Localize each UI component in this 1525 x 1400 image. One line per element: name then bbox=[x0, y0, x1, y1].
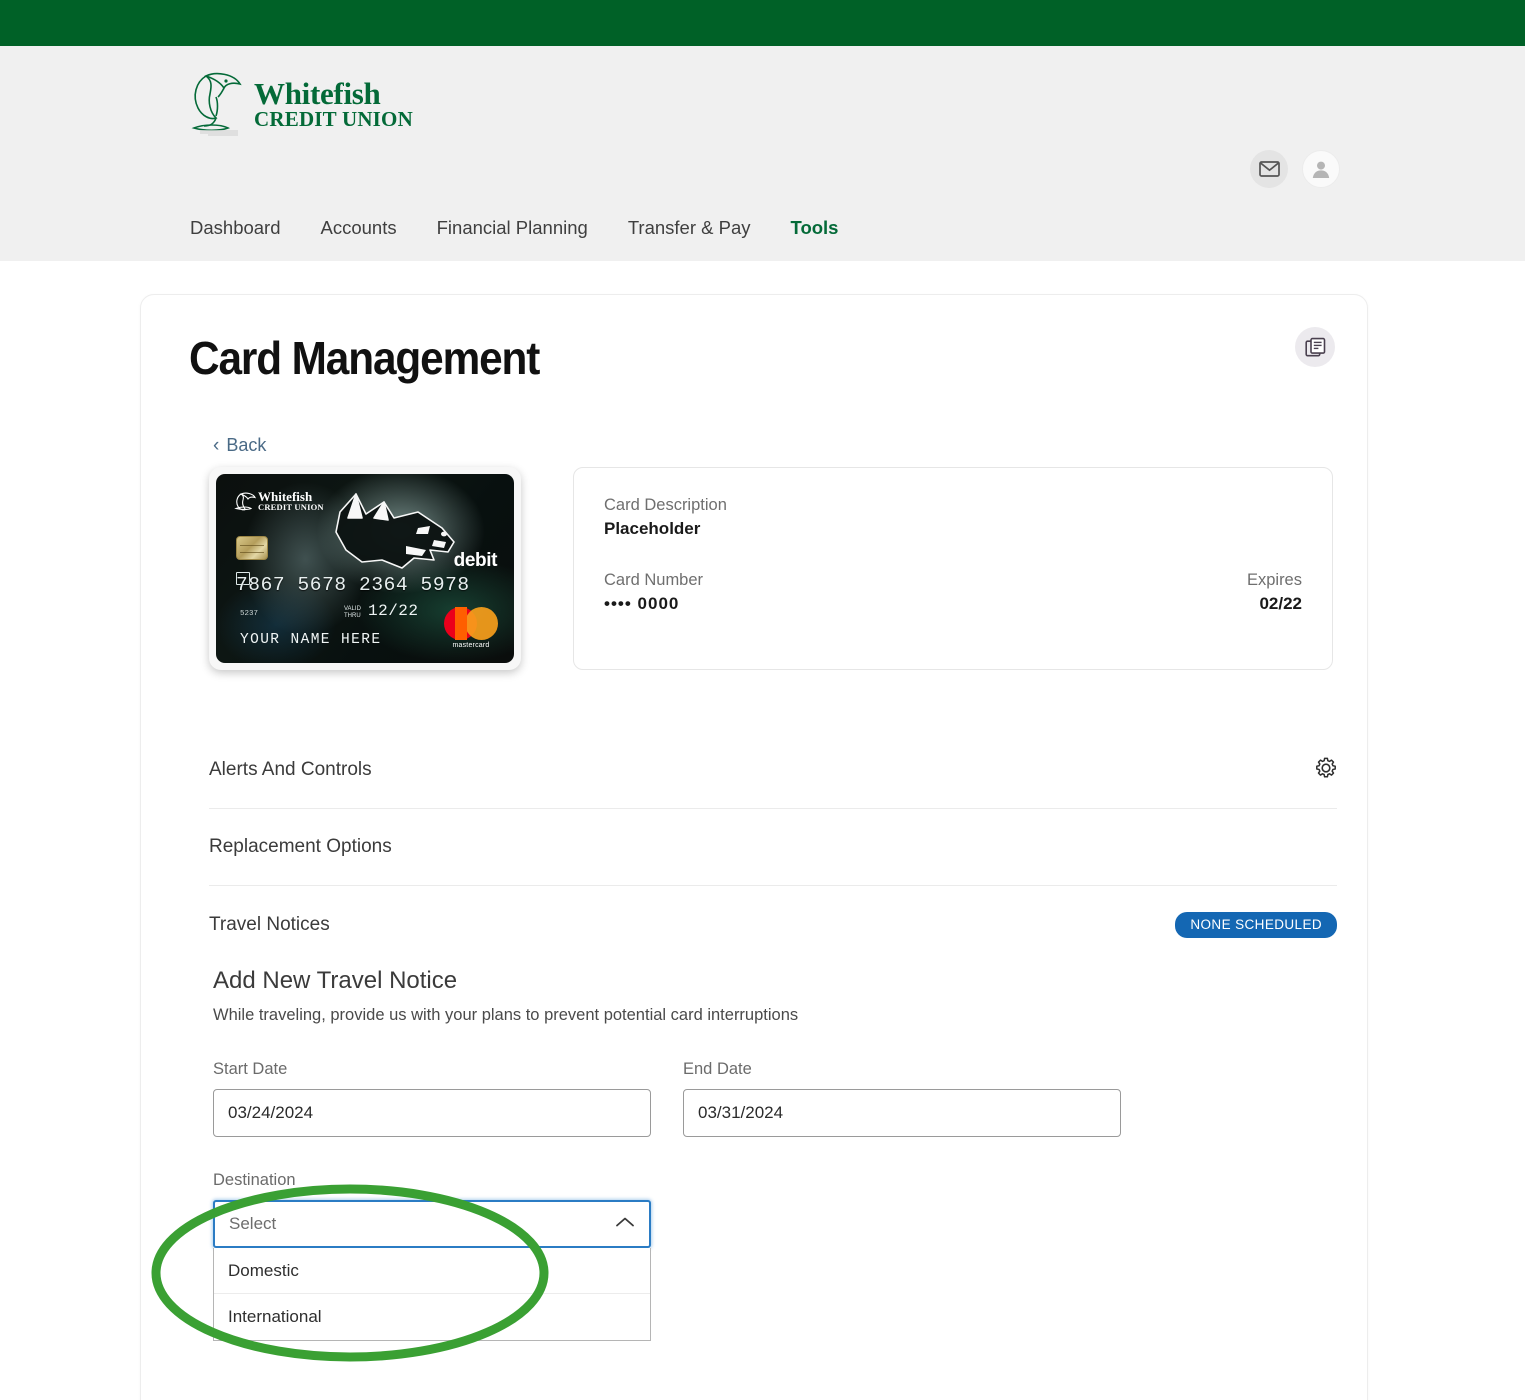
card-art-small-code: 5237 bbox=[240, 610, 259, 618]
date-fields-row: Start Date End Date bbox=[213, 1060, 1313, 1137]
card-art-logo: Whitefish CREDIT UNION bbox=[234, 490, 324, 512]
card-management-panel: Card Management ‹ Back Whitefish CREDIT … bbox=[140, 294, 1368, 1400]
card-summary-row: Whitefish CREDIT UNION debit 7867 5678 2… bbox=[209, 467, 1333, 670]
form-title: Add New Travel Notice bbox=[213, 967, 458, 994]
card-art-logo-line2: CREDIT UNION bbox=[258, 502, 324, 512]
card-sections-list: Alerts And Controls Replacement Options … bbox=[209, 732, 1337, 963]
section-travel-notices[interactable]: Travel Notices NONE SCHEDULED bbox=[209, 886, 1337, 963]
section-replacement-options-label: Replacement Options bbox=[209, 836, 392, 857]
card-number-label: Card Number bbox=[604, 571, 704, 589]
envelope-glyph bbox=[1258, 161, 1280, 177]
card-details-panel: Card Description Placeholder Card Number… bbox=[573, 467, 1333, 670]
mastercard-label: mastercard bbox=[452, 642, 490, 649]
add-travel-notice-form: Add New Travel Notice While traveling, p… bbox=[213, 967, 1313, 1341]
card-art-debit-label: debit bbox=[453, 550, 498, 571]
card-fish-icon bbox=[234, 492, 256, 511]
nav-item-dashboard[interactable]: Dashboard bbox=[190, 217, 281, 261]
card-art-number: 7867 5678 2364 5978 bbox=[236, 574, 470, 596]
end-date-field: End Date bbox=[683, 1060, 1121, 1137]
section-alerts-and-controls-label: Alerts And Controls bbox=[209, 759, 372, 780]
start-date-field: Start Date bbox=[213, 1060, 651, 1137]
card-expires-value: 02/22 bbox=[1259, 594, 1302, 613]
destination-dropdown[interactable]: Select bbox=[213, 1200, 651, 1248]
card-number-value: •••• 0000 bbox=[604, 594, 680, 613]
section-travel-notices-label: Travel Notices bbox=[209, 913, 330, 935]
card-art-expiry: 12/22 bbox=[368, 602, 419, 620]
page-title: Card Management bbox=[189, 332, 540, 384]
documents-glyph bbox=[1304, 337, 1325, 356]
debit-card-image[interactable]: Whitefish CREDIT UNION debit 7867 5678 2… bbox=[209, 467, 521, 670]
wolf-mascot-icon bbox=[335, 493, 455, 569]
card-chip-icon bbox=[236, 536, 268, 560]
status-badge: NONE SCHEDULED bbox=[1175, 911, 1337, 938]
user-avatar-icon[interactable] bbox=[1302, 150, 1340, 188]
chevron-up-glyph bbox=[616, 1217, 634, 1227]
documents-icon[interactable] bbox=[1295, 327, 1335, 367]
destination-selected-value: Select bbox=[229, 1214, 277, 1233]
end-date-label: End Date bbox=[683, 1060, 752, 1078]
back-link-label: Back bbox=[226, 435, 267, 455]
nav-item-transfer-and-pay[interactable]: Transfer & Pay bbox=[628, 217, 751, 261]
gear-icon[interactable] bbox=[1315, 757, 1337, 784]
card-description-value: Placeholder bbox=[604, 519, 701, 538]
nav-item-accounts[interactable]: Accounts bbox=[321, 217, 397, 261]
back-link[interactable]: ‹ Back bbox=[213, 435, 266, 456]
person-glyph bbox=[1312, 161, 1330, 178]
section-alerts-and-controls[interactable]: Alerts And Controls bbox=[209, 732, 1337, 809]
card-expires-label: Expires bbox=[1246, 571, 1302, 589]
end-date-input[interactable] bbox=[683, 1089, 1121, 1137]
nav-item-tools[interactable]: Tools bbox=[791, 217, 839, 261]
start-date-input[interactable] bbox=[213, 1089, 651, 1137]
mastercard-logo: mastercard bbox=[444, 607, 498, 649]
site-header: Whitefish CREDIT UNION Dashboard Account… bbox=[0, 46, 1525, 261]
gear-glyph bbox=[1316, 757, 1336, 778]
chevron-up-icon[interactable] bbox=[615, 1215, 635, 1233]
card-description-label: Card Description bbox=[604, 496, 727, 514]
destination-option-international[interactable]: International bbox=[214, 1294, 650, 1340]
nav-item-financial-planning[interactable]: Financial Planning bbox=[437, 217, 588, 261]
card-art-valid-thru-label: VALID THRU bbox=[344, 606, 361, 619]
logo-text-secondary: CREDIT UNION bbox=[254, 107, 413, 131]
card-art-cardholder: YOUR NAME HERE bbox=[240, 632, 382, 648]
header-icon-group bbox=[1250, 150, 1340, 188]
logo-text-primary: Whitefish bbox=[254, 76, 381, 111]
fish-logo-icon bbox=[191, 72, 242, 136]
destination-options-list: Domestic International bbox=[213, 1248, 651, 1341]
start-date-label: Start Date bbox=[213, 1060, 288, 1078]
destination-field: Destination Select Domestic Internationa… bbox=[213, 1171, 651, 1341]
form-subtitle: While traveling, provide us with your pl… bbox=[213, 1006, 799, 1024]
top-brand-bar bbox=[0, 0, 1525, 46]
destination-label: Destination bbox=[213, 1171, 296, 1189]
mail-icon[interactable] bbox=[1250, 150, 1288, 188]
destination-option-domestic[interactable]: Domestic bbox=[214, 1248, 650, 1294]
section-replacement-options[interactable]: Replacement Options bbox=[209, 809, 1337, 886]
chevron-left-icon: ‹ bbox=[213, 435, 220, 456]
brand-logo[interactable]: Whitefish CREDIT UNION bbox=[186, 68, 413, 140]
main-navigation: Dashboard Accounts Financial Planning Tr… bbox=[190, 199, 838, 261]
